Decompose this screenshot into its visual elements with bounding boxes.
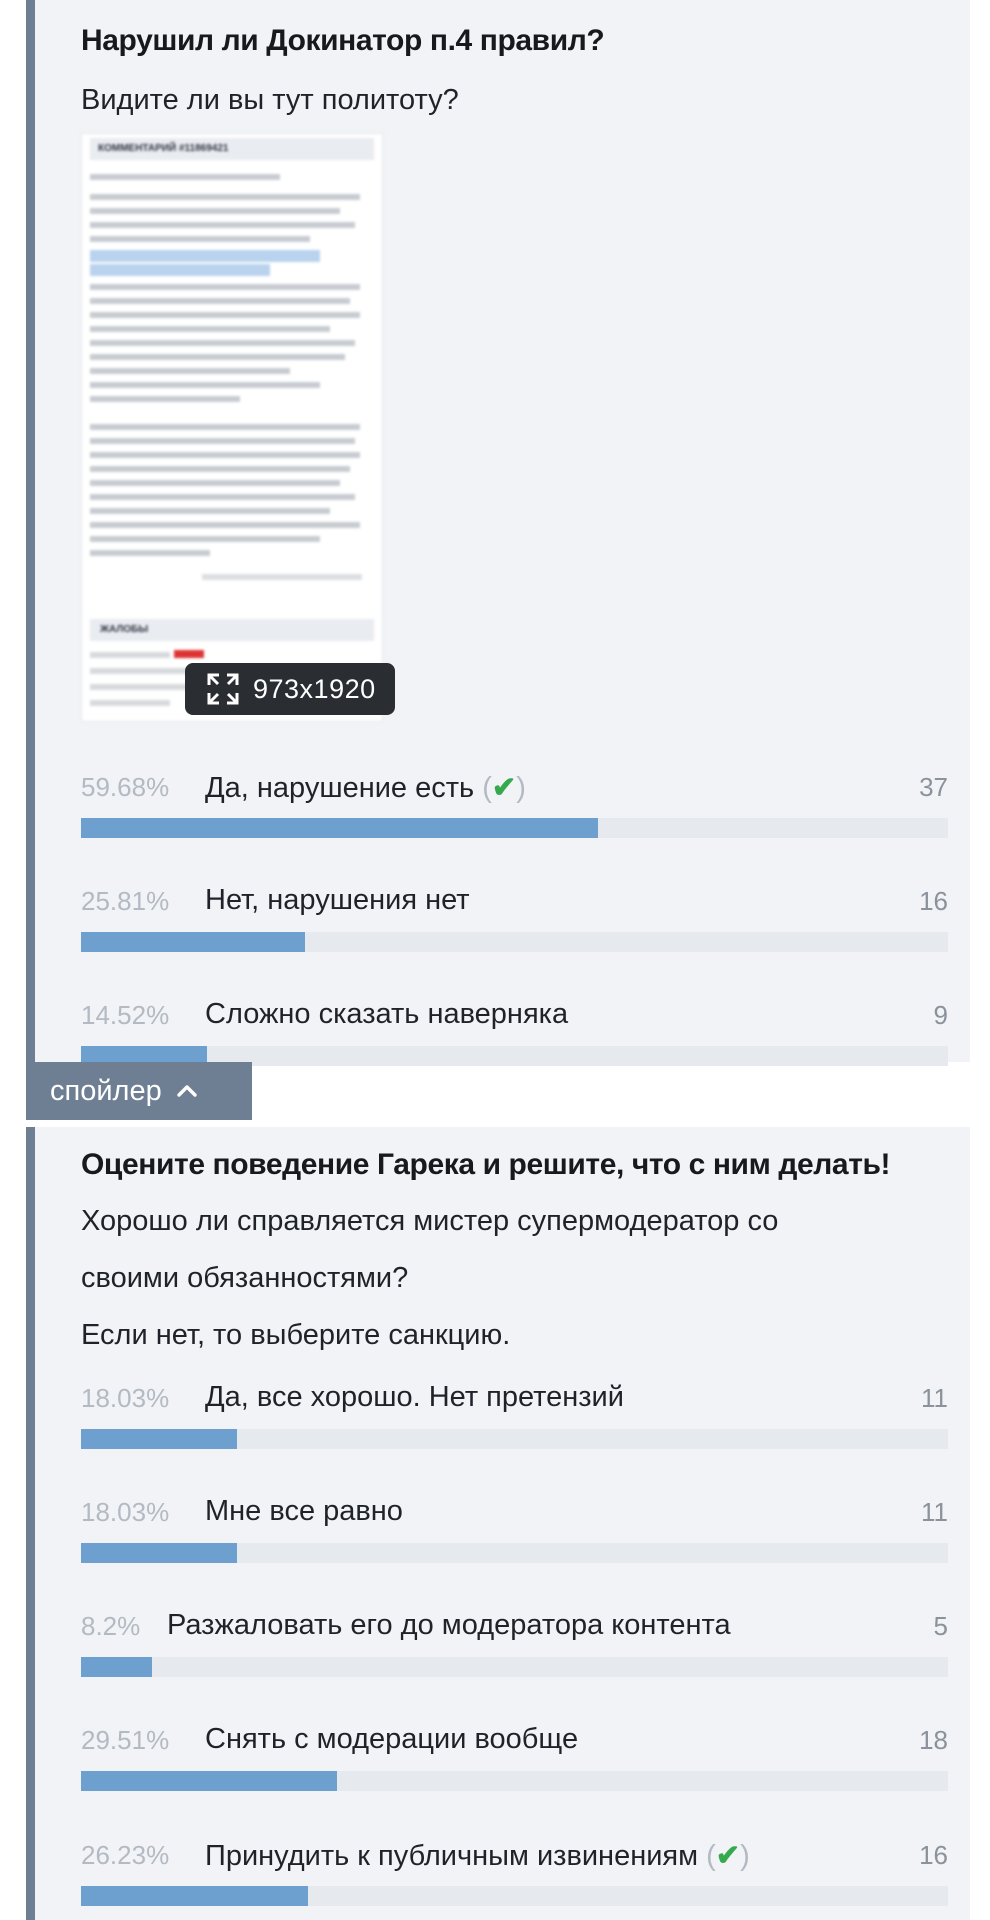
option-progress-track xyxy=(81,932,948,952)
option-progress-fill xyxy=(81,932,305,952)
option-vote-count: 11 xyxy=(921,1497,948,1527)
poll-option[interactable]: 59.68% Да, нарушение есть (✔) 37 xyxy=(81,772,970,842)
option-label-wrap: Да, все хорошо. Нет претензий xyxy=(205,1381,624,1414)
option-progress-fill xyxy=(81,1543,238,1563)
option-label: Принудить к публичным извинениям xyxy=(205,1840,699,1872)
option-progress-track xyxy=(81,1543,948,1563)
option-vote-count: 18 xyxy=(919,1725,948,1755)
option-progress-fill xyxy=(81,1429,238,1449)
option-label: Разжаловать его до модератора контента xyxy=(167,1609,731,1641)
poll-title: Оцените поведение Гарека и решите, что с… xyxy=(81,1148,891,1181)
check-glyph: ✔ xyxy=(491,772,517,804)
poll-description-line: своими обязанностями? xyxy=(81,1262,409,1294)
option-label: Да, нарушение есть xyxy=(205,772,475,804)
option-vote-count: 9 xyxy=(933,1000,948,1030)
option-label: Сложно сказать наверняка xyxy=(205,998,569,1030)
thumbnail-header-text: КОММЕНТАРИЙ #11869421 xyxy=(98,143,229,154)
expand-icon xyxy=(207,673,239,705)
option-label-wrap: Снять с модерации вообще xyxy=(205,1723,578,1756)
option-vote-count: 37 xyxy=(919,772,948,802)
image-dimensions-text: 973x1920 xyxy=(253,673,376,704)
option-label-wrap: Мне все равно xyxy=(205,1495,403,1528)
option-label-wrap: Разжаловать его до модератора контента xyxy=(167,1609,731,1642)
option-label: Нет, нарушения нет xyxy=(205,884,470,916)
option-progress-track xyxy=(81,1429,948,1449)
option-percent: 29.51% xyxy=(81,1725,170,1755)
option-percent: 26.23% xyxy=(81,1840,170,1870)
spoiler-toggle[interactable]: спойлер xyxy=(26,1062,252,1120)
poll-title: Нарушил ли Докинатор п.4 правил? xyxy=(81,24,605,57)
chevron-up-icon xyxy=(177,1085,197,1097)
option-label-wrap: Принудить к публичным извинениям (✔) xyxy=(205,1838,750,1873)
poll-description-line: Если нет, то выберите санкцию. xyxy=(81,1319,511,1351)
option-progress-fill xyxy=(81,1886,309,1906)
option-progress-fill xyxy=(81,1771,337,1791)
check-glyph: ✔ xyxy=(715,1840,741,1872)
checkmark-icon: (✔) xyxy=(474,772,526,804)
option-percent: 18.03% xyxy=(81,1383,170,1413)
option-label: Мне все равно xyxy=(205,1495,403,1527)
spoiler-label: спойлер xyxy=(50,1074,162,1107)
option-label-wrap: Нет, нарушения нет xyxy=(205,884,470,917)
poll-option[interactable]: 26.23% Принудить к публичным извинениям (… xyxy=(81,1840,970,1910)
option-progress-fill xyxy=(81,1657,153,1677)
poll-card-moderator: Оцените поведение Гарека и решите, что с… xyxy=(26,1127,970,1920)
option-label: Да, все хорошо. Нет претензий xyxy=(205,1381,624,1413)
option-vote-count: 16 xyxy=(919,886,948,916)
checkmark-icon: (✔) xyxy=(698,1840,750,1872)
poll-option[interactable]: 18.03% Мне все равно 11 xyxy=(81,1495,970,1567)
option-label: Снять с модерации вообще xyxy=(205,1723,579,1755)
option-label-wrap: Да, нарушение есть (✔) xyxy=(205,770,526,805)
image-dimensions-badge[interactable]: 973x1920 xyxy=(185,663,395,715)
poll-option[interactable]: 14.52% Сложно сказать наверняка 9 xyxy=(81,998,970,1070)
option-progress-track xyxy=(81,1771,948,1791)
poll-description: Видите ли вы тут политоту? xyxy=(81,84,459,116)
option-vote-count: 11 xyxy=(921,1383,948,1413)
option-percent: 25.81% xyxy=(81,886,170,916)
option-vote-count: 16 xyxy=(919,1840,948,1870)
option-progress-fill xyxy=(81,818,599,838)
option-progress-track xyxy=(81,1657,948,1677)
option-percent: 14.52% xyxy=(81,1000,170,1030)
poll-option[interactable]: 29.51% Снять с модерации вообще 18 xyxy=(81,1723,970,1795)
poll-option[interactable]: 25.81% Нет, нарушения нет 16 xyxy=(81,884,970,956)
poll-description-line: Хорошо ли справляется мистер супермодера… xyxy=(81,1205,779,1237)
option-progress-track xyxy=(81,818,948,838)
poll-option[interactable]: 8.2% Разжаловать его до модератора контен… xyxy=(81,1609,970,1681)
option-percent: 59.68% xyxy=(81,772,170,802)
thumbnail-section-text: ЖАЛОБЫ xyxy=(100,624,149,635)
option-progress-track xyxy=(81,1886,948,1906)
option-percent: 8.2% xyxy=(81,1611,141,1641)
option-percent: 18.03% xyxy=(81,1497,170,1527)
poll-option[interactable]: 18.03% Да, все хорошо. Нет претензий 11 xyxy=(81,1381,970,1453)
option-label-wrap: Сложно сказать наверняка xyxy=(205,998,568,1031)
poll-image-thumbnail[interactable]: КОММЕНТАРИЙ #11869421 ЖАЛОБЫ xyxy=(81,133,383,722)
poll-card-rules-violation: Нарушил ли Докинатор п.4 правил? Видите … xyxy=(26,0,970,1066)
option-vote-count: 5 xyxy=(933,1611,948,1641)
